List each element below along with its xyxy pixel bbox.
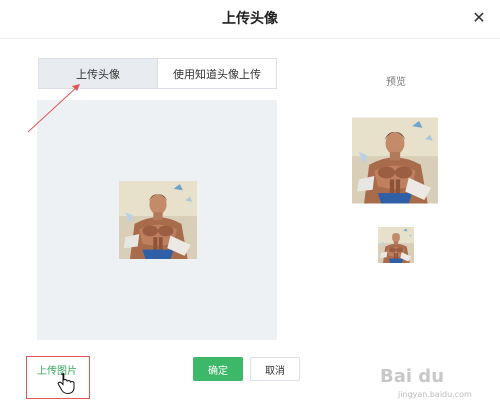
header-divider bbox=[0, 38, 500, 39]
confirm-button[interactable]: 确定 bbox=[193, 357, 243, 381]
crop-image[interactable] bbox=[119, 180, 197, 260]
watermark-text: Bai du bbox=[380, 366, 445, 387]
tab-upload-avatar[interactable]: 上传头像 bbox=[39, 59, 157, 88]
close-icon[interactable]: ✕ bbox=[470, 9, 488, 27]
upload-highlight-box: 上传图片 bbox=[26, 356, 90, 399]
watermark-subtext: jingyan.baidu.com bbox=[398, 390, 472, 399]
crop-area[interactable] bbox=[37, 100, 277, 340]
upload-avatar-dialog: 上传头像 ✕ 上传头像 使用知道头像上传 预览 上传图片 确定 取消 Bai d… bbox=[0, 0, 500, 414]
tab-use-zhidao-avatar[interactable]: 使用知道头像上传 bbox=[157, 59, 276, 88]
preview-small-image bbox=[378, 227, 414, 263]
cancel-button[interactable]: 取消 bbox=[250, 357, 300, 381]
hand-cursor-icon bbox=[57, 373, 75, 395]
dialog-title: 上传头像 bbox=[222, 11, 278, 27]
watermark: Bai du jingyan.baidu.com bbox=[380, 366, 492, 406]
preview-large-image bbox=[352, 117, 438, 204]
tab-bar: 上传头像 使用知道头像上传 bbox=[38, 58, 277, 89]
preview-label: 预览 bbox=[386, 77, 406, 88]
